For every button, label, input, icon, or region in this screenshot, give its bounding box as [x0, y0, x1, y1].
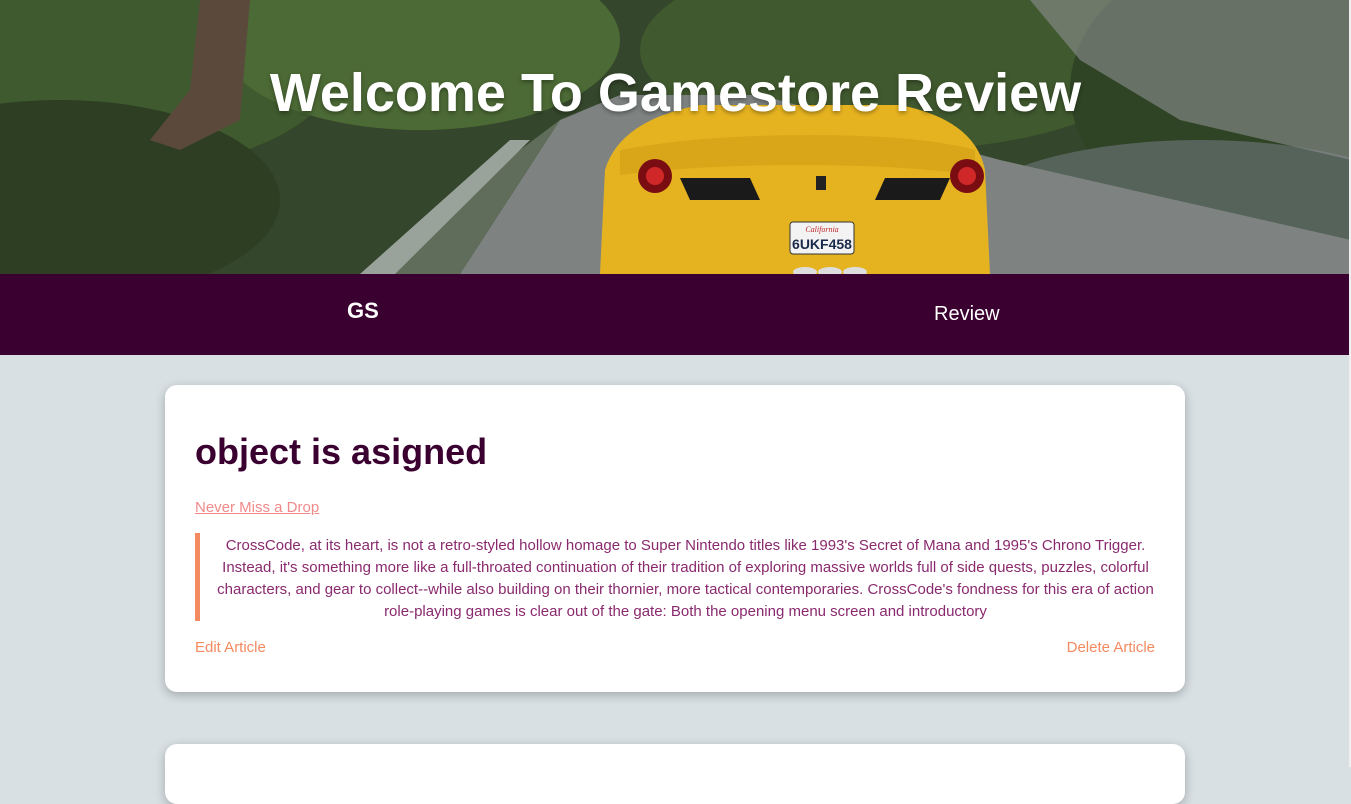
- main-navbar: GS Review: [0, 274, 1349, 355]
- article-card: object is asigned Never Miss a Drop Cros…: [165, 385, 1185, 692]
- article-title: object is asigned: [195, 431, 488, 472]
- horse-emblem-icon: [816, 176, 826, 190]
- nav-link-review[interactable]: Review: [934, 303, 1000, 326]
- brand-logo-link[interactable]: GS: [347, 298, 379, 324]
- edit-article-button[interactable]: Edit Article: [195, 639, 266, 656]
- article-link[interactable]: Never Miss a Drop: [195, 499, 319, 516]
- article-excerpt: CrossCode, at its heart, is not a retro-…: [195, 533, 1155, 621]
- page-title: Welcome To Gamestore Review: [269, 63, 1082, 123]
- delete-article-button[interactable]: Delete Article: [1067, 639, 1155, 656]
- hero-background-image: California 6UKF458: [0, 0, 1351, 274]
- license-plate-state: California: [805, 225, 838, 234]
- hero-banner: California 6UKF458 Welcome To Gamestore …: [0, 0, 1351, 274]
- license-plate-number: 6UKF458: [792, 236, 852, 252]
- article-card: [165, 744, 1185, 804]
